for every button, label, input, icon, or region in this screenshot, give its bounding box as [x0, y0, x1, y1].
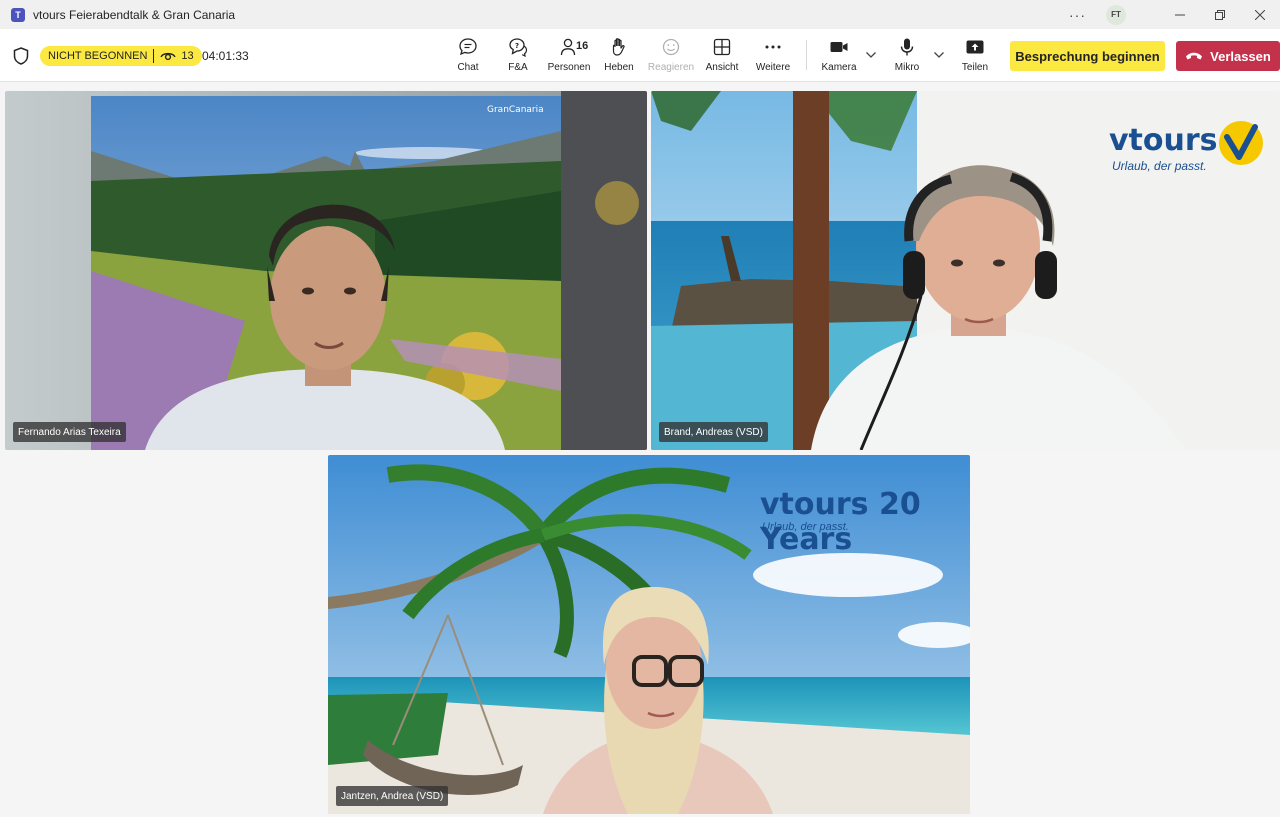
- vtours-logo: vtours: [1109, 123, 1218, 158]
- vtours-slogan: Urlaub, der passt.: [762, 521, 849, 533]
- leave-button[interactable]: Verlassen: [1176, 41, 1280, 71]
- window-title-bar: T vtours Feierabendtalk & Gran Canaria ·…: [0, 0, 1280, 29]
- qa-icon: ?: [509, 38, 528, 57]
- eye-icon: [160, 52, 177, 61]
- qa-label: F&A: [508, 62, 528, 73]
- svg-text:?: ?: [515, 42, 519, 50]
- gran-canaria-logo: GranCanaria: [487, 105, 544, 115]
- camera-icon: [830, 42, 848, 52]
- video-tile-participant-2[interactable]: vtours Urlaub, der passt. Brand, Andreas…: [651, 91, 1280, 450]
- leave-label: Verlassen: [1210, 48, 1271, 64]
- window-title: vtours Feierabendtalk & Gran Canaria: [33, 7, 236, 22]
- account-avatar[interactable]: FT: [1106, 4, 1126, 25]
- more-options-icon[interactable]: ···: [1069, 7, 1086, 23]
- meeting-toolbar: NICHT BEGONNEN 13 04:01:33 Chat ? F&A 16…: [0, 29, 1280, 82]
- status-label: NICHT BEGONNEN: [48, 50, 148, 62]
- more-label: Weitere: [755, 62, 791, 73]
- view-button[interactable]: Ansicht: [695, 37, 749, 77]
- video-frame: [5, 91, 647, 450]
- view-label: Ansicht: [705, 62, 739, 73]
- vtours-slogan: Urlaub, der passt.: [1112, 159, 1207, 173]
- people-count: 16: [576, 40, 589, 52]
- start-meeting-button[interactable]: Besprechung beginnen: [1010, 41, 1165, 71]
- raise-hand-button[interactable]: Heben: [592, 37, 646, 77]
- more-horizontal-icon: [765, 45, 781, 49]
- meeting-status-badge: NICHT BEGONNEN 13: [40, 46, 202, 66]
- close-icon: [1255, 9, 1265, 20]
- hang-up-icon: [1186, 52, 1203, 60]
- hand-icon: [612, 38, 625, 56]
- mic-button[interactable]: Mikro: [880, 37, 934, 77]
- video-tile-participant-3[interactable]: vtours 20 Years Urlaub, der passt. Jantz…: [328, 455, 970, 814]
- share-screen-icon: [966, 40, 984, 54]
- restore-button[interactable]: [1200, 0, 1240, 29]
- raise-hand-label: Heben: [604, 62, 634, 73]
- microphone-icon: [900, 38, 914, 56]
- emoji-icon: [662, 38, 680, 56]
- camera-button[interactable]: Kamera: [812, 37, 866, 77]
- people-label: Personen: [547, 62, 591, 73]
- close-window-button[interactable]: [1240, 0, 1280, 29]
- restore-icon: [1215, 9, 1225, 20]
- viewers-count: 13: [181, 50, 194, 62]
- qa-button[interactable]: ? F&A: [491, 37, 545, 77]
- meeting-timer: 04:01:33: [202, 49, 249, 63]
- video-tile-participant-1[interactable]: GranCanaria Fernando Arias Texeira: [5, 91, 647, 450]
- shield-icon[interactable]: [13, 47, 29, 65]
- minimize-icon: [1175, 14, 1185, 15]
- chat-label: Chat: [457, 62, 479, 73]
- participant-name-tag: Brand, Andreas (VSD): [659, 422, 768, 442]
- chat-icon: [459, 38, 477, 56]
- participant-name-tag: Fernando Arias Texeira: [13, 422, 126, 442]
- grid-view-icon: [713, 38, 731, 56]
- divider: [153, 49, 155, 63]
- camera-label: Kamera: [821, 62, 857, 73]
- chevron-down-icon[interactable]: [933, 51, 945, 59]
- minimize-button[interactable]: [1160, 0, 1200, 29]
- react-button: Reagieren: [644, 37, 698, 77]
- participant-name-tag: Jantzen, Andrea (VSD): [336, 786, 449, 806]
- more-button[interactable]: Weitere: [746, 37, 800, 77]
- mic-label: Mikro: [894, 62, 920, 73]
- chat-button[interactable]: Chat: [441, 37, 495, 77]
- toolbar-divider: [806, 40, 807, 70]
- teams-app-icon: T: [11, 7, 25, 22]
- people-button[interactable]: 16 Personen: [542, 37, 596, 77]
- share-label: Teilen: [961, 62, 989, 73]
- share-button[interactable]: Teilen: [948, 37, 1002, 77]
- chevron-down-icon[interactable]: [865, 51, 877, 59]
- react-label: Reagieren: [647, 62, 695, 73]
